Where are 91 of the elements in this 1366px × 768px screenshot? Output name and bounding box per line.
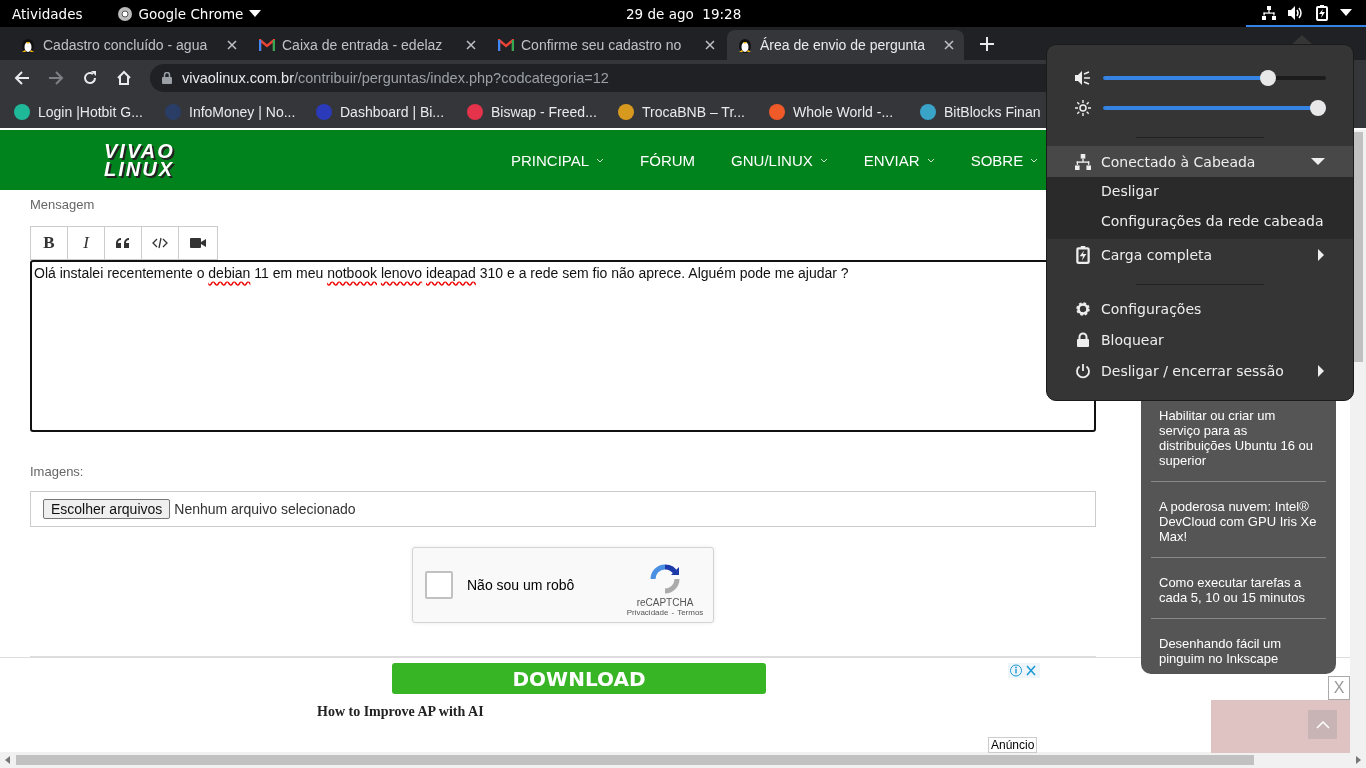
bookmark[interactable]: Dashboard | Bi... xyxy=(316,104,467,120)
bookmark[interactable]: Whole World -... xyxy=(769,104,920,120)
ad-choices-icon[interactable] xyxy=(1008,663,1040,678)
privacy-link[interactable]: Privacidade xyxy=(626,608,669,617)
choose-files-button[interactable]: Escolher arquivos xyxy=(43,499,171,519)
message-textarea[interactable]: Olá instalei recentemente o debian 11 em meu notbook lenovo ideapad 310 e a rede sem fio não aprece. Alguém pode me ajudar ? xyxy=(30,260,1096,432)
article-link[interactable]: A poderosa nuvem: Intel® DevCloud com GPU Iris Xe Max! xyxy=(1151,481,1326,557)
bookmark[interactable]: Biswap - Freed... xyxy=(467,104,618,120)
horizontal-scrollbar[interactable] xyxy=(0,752,1366,768)
tab-title: Área de envio de pergunta xyxy=(760,37,926,53)
url-text: vivaolinux.com.br/contribuir/perguntas/index.php?codcategoria=12 xyxy=(182,70,609,86)
caret-icon xyxy=(819,157,828,163)
caret-right-icon xyxy=(1317,364,1325,377)
right-arrow-icon[interactable] xyxy=(1354,756,1362,764)
reload-icon[interactable] xyxy=(82,70,98,86)
forward-icon[interactable] xyxy=(48,70,64,86)
terms-link[interactable]: Termos xyxy=(677,608,704,617)
caret-down-icon xyxy=(1311,157,1325,166)
bold-button[interactable]: B xyxy=(31,227,68,259)
speaker-muted-icon xyxy=(1075,70,1091,86)
caret-icon xyxy=(926,157,935,163)
lock-icon xyxy=(1075,331,1091,348)
bookmark[interactable]: Login |Hotbit G... xyxy=(14,104,165,120)
chevron-up-icon xyxy=(1315,720,1330,729)
italic-button[interactable]: I xyxy=(68,227,105,259)
code-icon xyxy=(152,237,168,249)
field-label: Mensagem xyxy=(30,197,96,212)
network-menu-item[interactable]: Conectado à Cabeada xyxy=(1047,146,1353,177)
network-submenu-item[interactable]: Desligar xyxy=(1047,177,1353,207)
lock-icon xyxy=(162,72,172,84)
tab-title: Caixa de entrada - edelaz xyxy=(282,37,444,53)
penguin-icon xyxy=(737,37,753,53)
caret-icon xyxy=(1340,8,1352,17)
nav-link[interactable]: PRINCIPAL xyxy=(511,151,605,169)
new-tab-icon[interactable] xyxy=(980,36,994,51)
recaptcha-icon xyxy=(649,563,681,595)
captcha-checkbox[interactable] xyxy=(425,571,453,599)
close-icon[interactable] xyxy=(705,40,715,50)
nav-link[interactable]: ENVIAR xyxy=(863,151,935,169)
nav-link[interactable]: GNU/LINUX xyxy=(731,151,828,169)
activities-button[interactable]: Atividades xyxy=(0,5,95,22)
close-icon[interactable] xyxy=(466,40,476,50)
ad-label: Anúncio xyxy=(988,737,1038,753)
nav-link[interactable]: SOBRE xyxy=(970,151,1039,169)
site-logo[interactable]: VIVAO LINUX xyxy=(104,142,194,178)
browser-tab[interactable]: Área de envio de pergunta xyxy=(727,30,964,60)
close-icon[interactable] xyxy=(227,40,237,50)
speaker-icon xyxy=(1288,5,1304,20)
ad-headline[interactable]: How to Improve AP with AI xyxy=(317,704,484,720)
bookmark[interactable]: TrocaBNB – Tr... xyxy=(618,104,769,120)
app-menu[interactable]: Google Chrome xyxy=(116,5,262,22)
browser-tab[interactable]: Cadastro concluído - agua xyxy=(10,30,247,60)
mail-icon xyxy=(498,39,514,51)
file-status: Nenhum arquivo selecionado xyxy=(174,501,356,517)
network-icon xyxy=(1262,5,1276,20)
captcha-brand: reCAPTCHA xyxy=(636,597,694,608)
caret-icon xyxy=(249,9,262,18)
captcha-label: Não sou um robô xyxy=(467,577,576,593)
caret-icon xyxy=(1030,157,1039,163)
quote-icon xyxy=(116,237,130,249)
volume-slider[interactable] xyxy=(1103,70,1326,86)
home-icon[interactable] xyxy=(116,70,132,86)
clock[interactable]: 29 de ago 19:28 xyxy=(626,5,742,22)
network-submenu-item[interactable]: Configurações da rede cabeada xyxy=(1047,207,1353,237)
field-label: Imagens: xyxy=(30,464,85,479)
article-link[interactable]: Como executar tarefas a cada 5, 10 ou 15 minutos xyxy=(1151,557,1326,618)
bookmark[interactable]: BitBlocks Finan xyxy=(920,104,1071,120)
tab-title: Cadastro concluído - agua xyxy=(43,37,209,53)
power-icon xyxy=(1075,362,1091,379)
video-camera-icon xyxy=(190,237,206,249)
nav-link[interactable]: FÓRUM xyxy=(640,151,696,169)
battery-icon xyxy=(1075,245,1091,264)
back-icon[interactable] xyxy=(14,70,30,86)
chrome-icon xyxy=(116,5,133,22)
left-arrow-icon[interactable] xyxy=(4,756,12,764)
brightness-icon xyxy=(1075,100,1091,116)
caret-right-icon xyxy=(1317,248,1325,261)
penguin-icon xyxy=(20,37,36,53)
separator-text: - xyxy=(671,608,675,617)
close-icon[interactable] xyxy=(944,40,954,50)
file-input[interactable]: Escolher arquivos Nenhum arquivo selecionado xyxy=(30,491,1096,527)
network-icon xyxy=(1075,153,1091,170)
brightness-slider[interactable] xyxy=(1103,100,1326,116)
battery-icon xyxy=(1316,4,1328,21)
mail-icon xyxy=(259,39,275,51)
settings-icon xyxy=(1075,300,1091,317)
bookmark[interactable]: InfoMoney | No... xyxy=(165,104,316,120)
tab-title: Confirme seu cadastro no xyxy=(521,37,683,53)
browser-tab[interactable]: Confirme seu cadastro no xyxy=(488,30,725,60)
caret-icon xyxy=(596,157,605,163)
browser-tab[interactable]: Caixa de entrada - edelaz xyxy=(249,30,486,60)
